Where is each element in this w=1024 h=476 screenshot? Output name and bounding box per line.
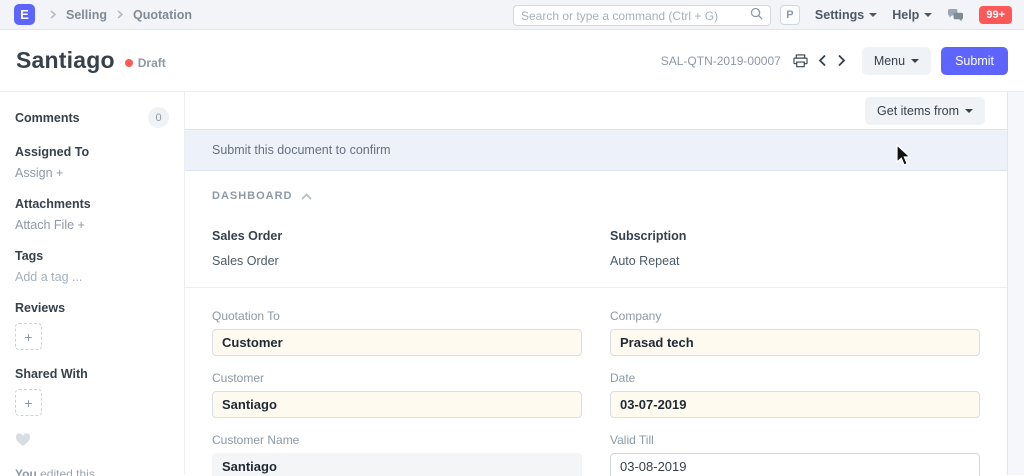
edited-by-text: edited this bbox=[40, 467, 95, 476]
field-label: Date bbox=[610, 371, 980, 385]
field-label: Customer Name bbox=[212, 433, 582, 447]
settings-menu[interactable]: Settings bbox=[815, 8, 877, 22]
prev-doc-icon[interactable] bbox=[818, 54, 827, 67]
status-label: Draft bbox=[138, 56, 166, 70]
tags-heading: Tags bbox=[15, 249, 169, 263]
assigned-to-heading: Assigned To bbox=[15, 145, 169, 159]
notification-badge[interactable]: 99+ bbox=[979, 6, 1012, 24]
status-badge: Draft bbox=[125, 56, 166, 70]
dashboard-group-heading: Subscription bbox=[610, 229, 980, 243]
dashboard-group-subscription: Subscription Auto Repeat bbox=[610, 205, 980, 268]
get-items-from-button[interactable]: Get items from bbox=[865, 97, 985, 125]
attach-file-button[interactable]: Attach File + bbox=[15, 218, 169, 232]
menu-button[interactable]: Menu bbox=[862, 47, 931, 75]
chevron-right-icon bbox=[116, 10, 124, 19]
field-customer-name: Customer Name Santiago bbox=[212, 433, 582, 476]
menu-label: Menu bbox=[874, 54, 905, 68]
edited-by-user: You bbox=[15, 467, 37, 476]
settings-label: Settings bbox=[815, 8, 864, 22]
dashboard-section: DASHBOARD Sales Order Sales Order Subscr… bbox=[185, 171, 1007, 288]
field-date: Date 03-07-2019 bbox=[610, 371, 980, 418]
last-edited-info: You edited this 2 days ago bbox=[15, 466, 169, 476]
field-label: Customer bbox=[212, 371, 582, 385]
breadcrumb-selling[interactable]: Selling bbox=[66, 8, 107, 22]
assign-button[interactable]: Assign + bbox=[15, 166, 169, 180]
add-share-button[interactable]: + bbox=[15, 389, 42, 416]
breadcrumb-quotation[interactable]: Quotation bbox=[133, 8, 192, 22]
add-tag-input[interactable]: Add a tag ... bbox=[15, 270, 169, 284]
page-title: Santiago bbox=[16, 47, 115, 74]
dashboard-link-auto-repeat[interactable]: Auto Repeat bbox=[610, 254, 980, 268]
field-label: Quotation To bbox=[212, 309, 582, 323]
page-head: Santiago Draft SAL-QTN-2019-00007 Menu S… bbox=[0, 30, 1024, 92]
comments-heading[interactable]: Comments bbox=[15, 111, 80, 125]
chevron-down-icon bbox=[924, 13, 932, 17]
chevron-down-icon bbox=[911, 59, 919, 63]
chevron-up-icon bbox=[301, 187, 312, 205]
comments-count: 0 bbox=[148, 107, 169, 128]
form-fields-section: Quotation To Customer Company Prasad tec… bbox=[185, 288, 1007, 476]
breadcrumb: Selling Quotation bbox=[49, 8, 192, 22]
dashboard-title: DASHBOARD bbox=[212, 190, 293, 202]
get-items-from-label: Get items from bbox=[877, 104, 959, 118]
customer-input[interactable]: Santiago bbox=[212, 391, 582, 418]
submit-button[interactable]: Submit bbox=[941, 47, 1008, 75]
dashboard-group-sales-order: Sales Order Sales Order bbox=[212, 205, 582, 268]
field-valid-till: Valid Till 03-08-2019 bbox=[610, 433, 980, 476]
chevron-right-icon bbox=[49, 10, 57, 19]
search-input[interactable] bbox=[521, 9, 750, 23]
submit-info-banner: Submit this document to confirm bbox=[185, 129, 1007, 171]
chat-icon[interactable] bbox=[947, 8, 964, 23]
field-label: Company bbox=[610, 309, 980, 323]
valid-till-input[interactable]: 03-08-2019 bbox=[610, 453, 980, 476]
global-search bbox=[513, 5, 771, 26]
field-label: Valid Till bbox=[610, 433, 980, 447]
field-quotation-to: Quotation To Customer bbox=[212, 309, 582, 356]
dashboard-collapse-toggle[interactable]: DASHBOARD bbox=[212, 187, 980, 205]
date-input[interactable]: 03-07-2019 bbox=[610, 391, 980, 418]
top-navbar: E Selling Quotation P Settings Help bbox=[0, 0, 1024, 30]
banner-text: Submit this document to confirm bbox=[212, 143, 391, 157]
app-logo[interactable]: E bbox=[14, 4, 35, 25]
field-company: Company Prasad tech bbox=[610, 309, 980, 356]
shared-with-heading: Shared With bbox=[15, 367, 169, 381]
reviews-heading: Reviews bbox=[15, 301, 169, 315]
page-background-strip bbox=[1008, 92, 1024, 475]
quotation-to-input[interactable]: Customer bbox=[212, 329, 582, 356]
company-input[interactable]: Prasad tech bbox=[610, 329, 980, 356]
help-menu[interactable]: Help bbox=[892, 8, 932, 22]
print-icon[interactable] bbox=[793, 54, 808, 68]
user-avatar[interactable]: P bbox=[780, 5, 800, 25]
field-customer: Customer Santiago bbox=[212, 371, 582, 418]
customer-name-input[interactable]: Santiago bbox=[212, 453, 582, 476]
search-icon[interactable] bbox=[750, 7, 763, 25]
dashboard-link-sales-order[interactable]: Sales Order bbox=[212, 254, 582, 268]
chevron-down-icon bbox=[869, 13, 877, 17]
dashboard-group-heading: Sales Order bbox=[212, 229, 582, 243]
form-body: Get items from Submit this document to c… bbox=[185, 92, 1008, 475]
form-sidebar: Comments 0 Assigned To Assign + Attachme… bbox=[0, 92, 185, 475]
chevron-down-icon bbox=[965, 109, 973, 113]
like-heart-icon[interactable] bbox=[15, 433, 169, 452]
document-id: SAL-QTN-2019-00007 bbox=[661, 54, 781, 68]
next-doc-icon[interactable] bbox=[837, 54, 846, 67]
draft-indicator-dot bbox=[125, 59, 133, 67]
attachments-heading: Attachments bbox=[15, 197, 169, 211]
add-review-button[interactable]: + bbox=[15, 323, 42, 350]
help-label: Help bbox=[892, 8, 919, 22]
